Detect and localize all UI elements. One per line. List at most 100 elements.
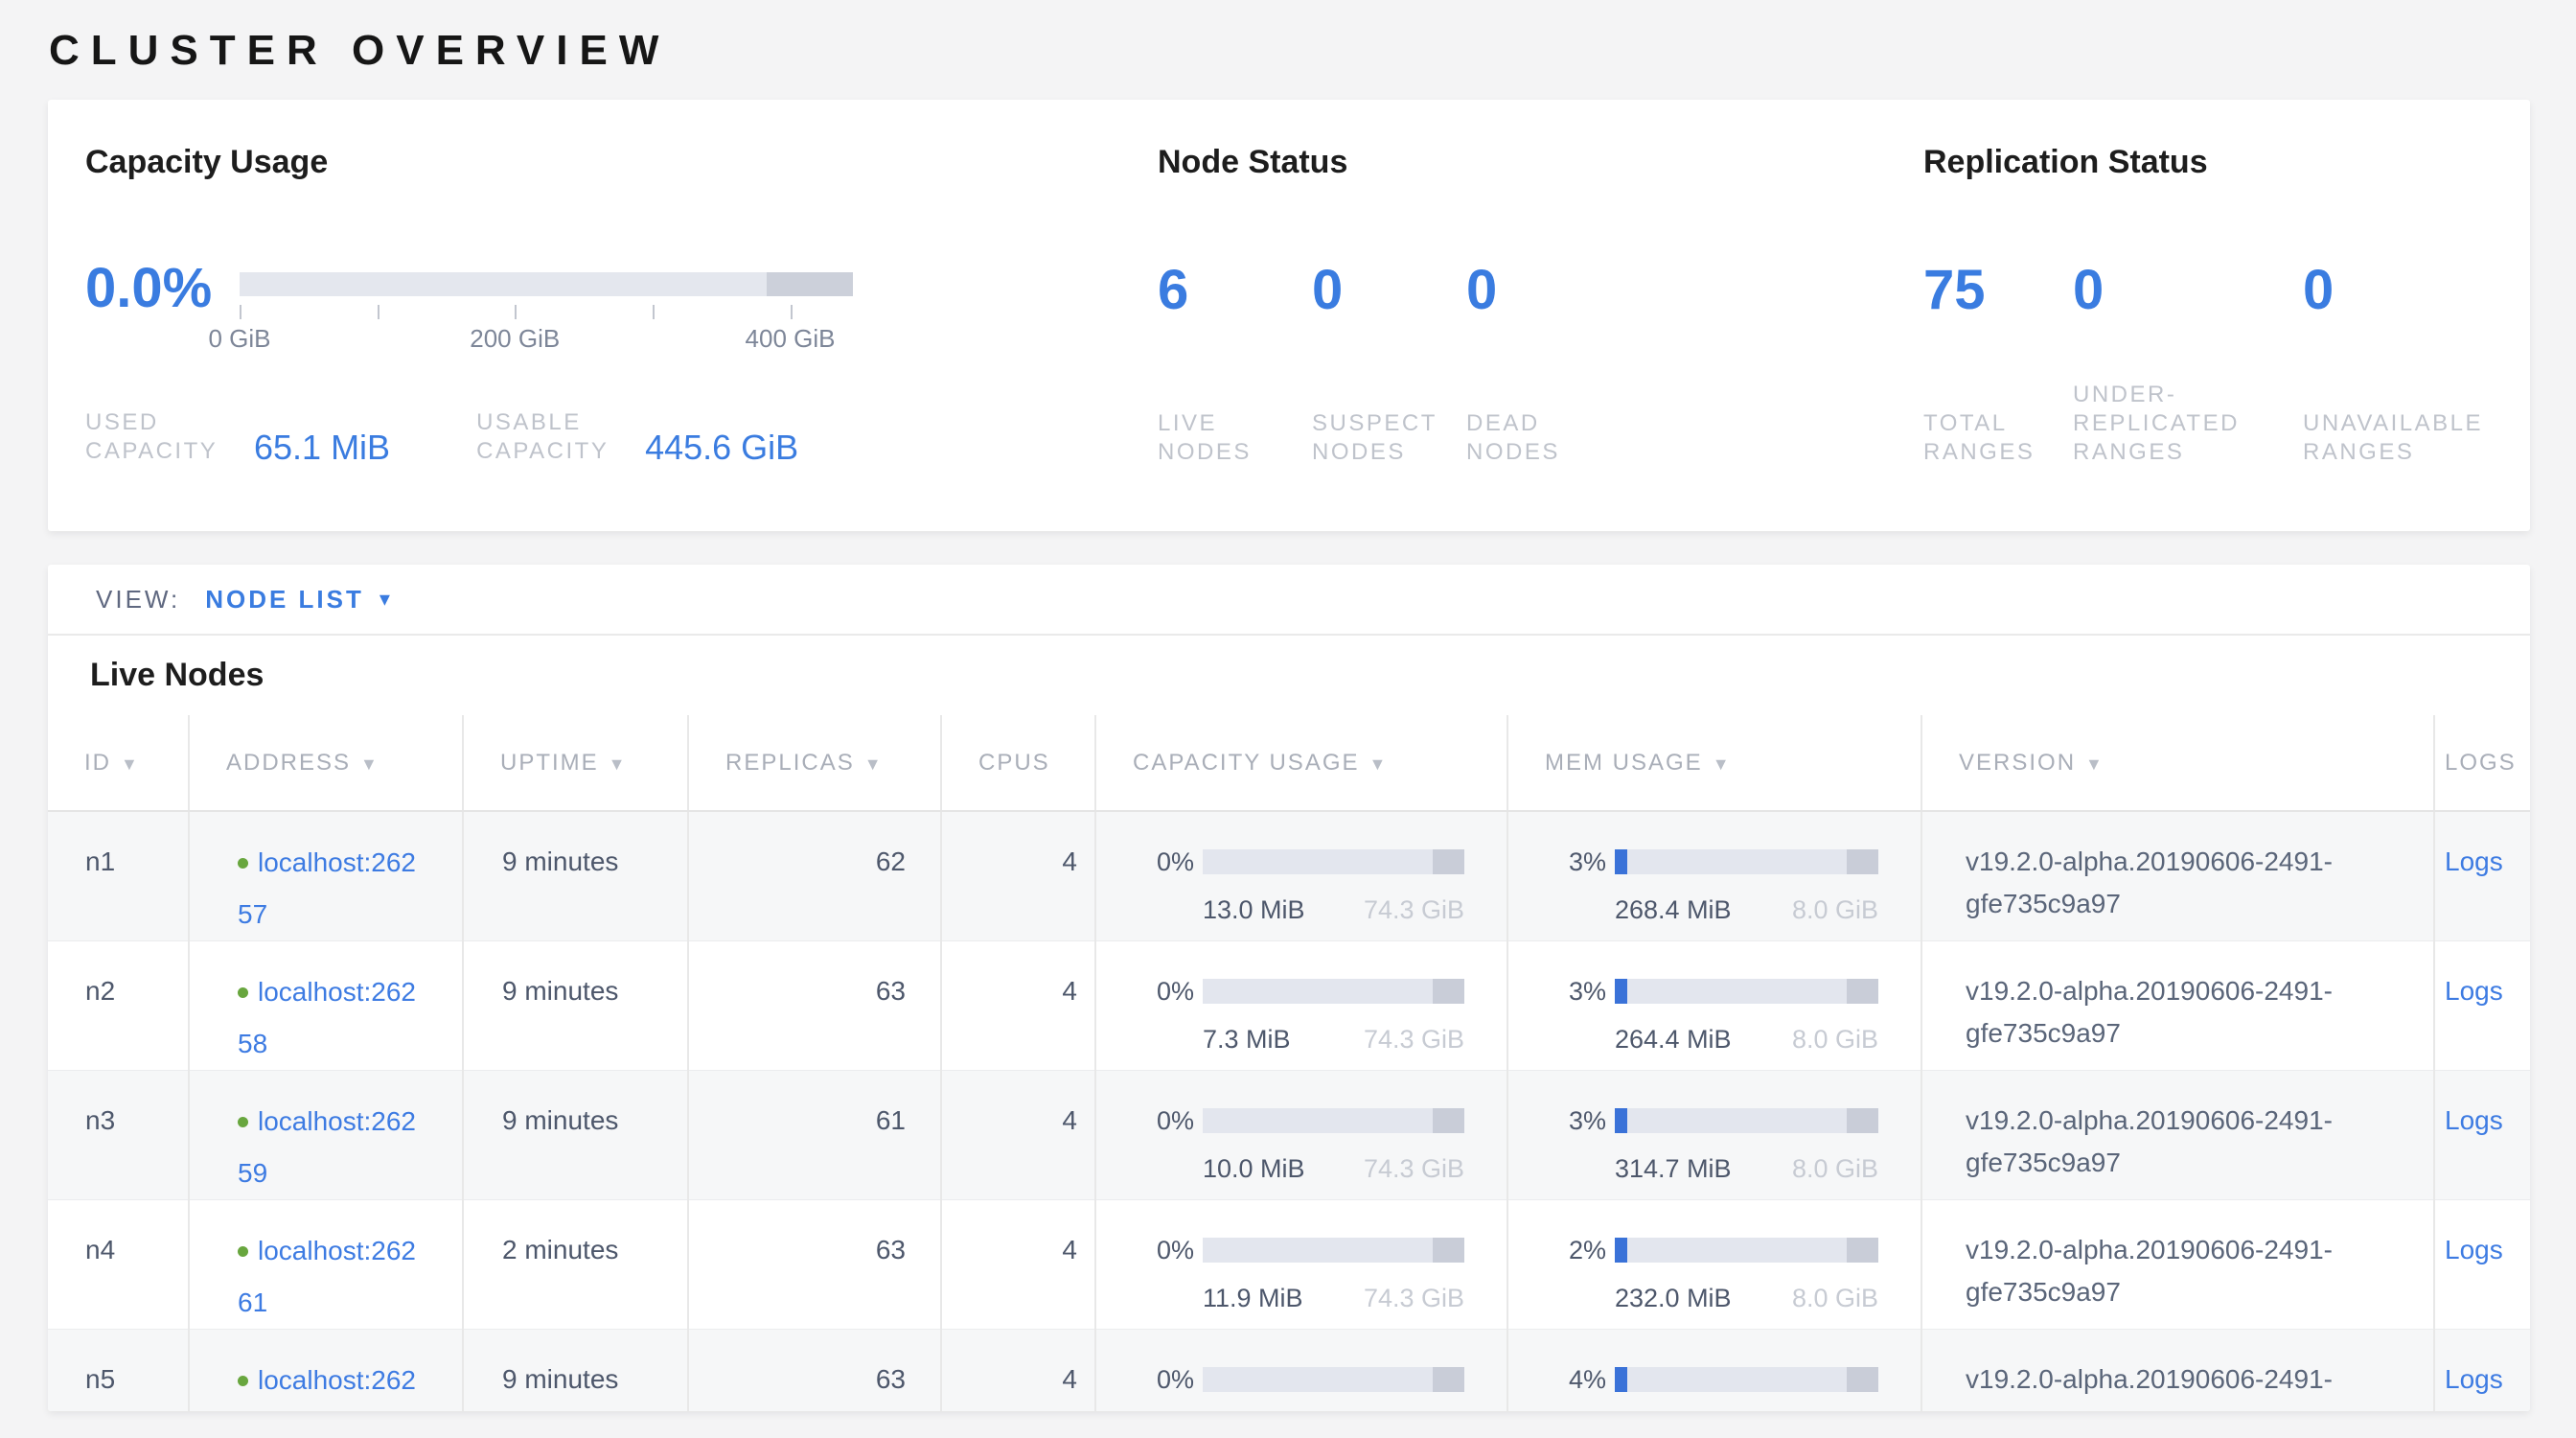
stat-label: DEAD NODES: [1466, 409, 1600, 467]
node-cpus-cell: 4: [941, 811, 1095, 941]
stat-value: 0: [2073, 261, 2303, 320]
capacity-meter-end-segment: [1433, 979, 1464, 1004]
capacity-percent: 0%: [1125, 1360, 1194, 1399]
stat-total-ranges: 75 TOTAL RANGES: [1923, 261, 2073, 467]
capacity-gauge-track: [240, 272, 853, 296]
column-header-id[interactable]: ID▼: [48, 715, 189, 811]
memory-meter-labels: 314.7 MiB 8.0 GiB: [1615, 1149, 1878, 1188]
node-uptime-cell: 9 minutes: [463, 941, 688, 1071]
column-header-address[interactable]: ADDRESS▼: [189, 715, 463, 811]
column-label: ADDRESS: [226, 750, 351, 776]
memory-meter-track: [1615, 1238, 1878, 1263]
node-address-cell: localhost:26261: [189, 1200, 463, 1330]
node-id-cell: n3: [48, 1071, 189, 1200]
stat-dead-nodes: 0 DEAD NODES: [1466, 261, 1621, 467]
node-capacity-usage-cell: 0% 11.9 MiB 74.3 GiB: [1095, 1200, 1507, 1330]
stat-value: 6: [1158, 261, 1312, 320]
capacity-meter-end-segment: [1433, 1238, 1464, 1263]
sort-caret-icon: ▼: [864, 754, 884, 774]
capacity-meter-labels: 12.4 MiB 74.3 GiB: [1203, 1408, 1464, 1411]
used-capacity-label: USED CAPACITY: [85, 408, 239, 466]
logs-link[interactable]: Logs: [2445, 1235, 2503, 1264]
axis-tick: [653, 305, 655, 319]
node-mem-usage-cell: 2% 232.0 MiB 8.0 GiB: [1507, 1200, 1921, 1330]
capacity-meter-track: [1203, 979, 1464, 1004]
node-logs-cell: Logs: [2434, 1071, 2530, 1200]
stat-suspect-nodes: 0 SUSPECT NODES: [1312, 261, 1466, 467]
node-capacity-usage-cell: 0% 12.4 MiB 74.3 GiB: [1095, 1330, 1507, 1412]
used-capacity-value: 65.1 MiB: [254, 429, 390, 466]
table-row: n5 localhost:26262 9 minutes 63 4 0% 12.…: [48, 1330, 2530, 1412]
axis-tick-label: 400 GiB: [746, 324, 836, 354]
node-address-link[interactable]: localhost:26262: [238, 1365, 416, 1411]
memory-percent: 3%: [1537, 972, 1606, 1010]
capacity-meter-labels: 7.3 MiB 74.3 GiB: [1203, 1020, 1464, 1058]
node-cpus-cell: 4: [941, 1200, 1095, 1330]
memory-total-value: 8.0 GiB: [1792, 1149, 1878, 1188]
logs-link[interactable]: Logs: [2445, 1364, 2503, 1394]
node-replicas-cell: 63: [688, 1330, 941, 1412]
memory-meter: 3%: [1537, 1102, 1878, 1140]
view-selected-value: NODE LIST: [205, 585, 364, 615]
table-row: n3 localhost:26259 9 minutes 61 4 0% 10.…: [48, 1071, 2530, 1200]
used-capacity-stat: USED CAPACITY 65.1 MiB: [85, 408, 390, 466]
memory-meter-labels: 268.4 MiB 8.0 GiB: [1615, 891, 1878, 929]
usable-capacity-value: 445.6 GiB: [645, 429, 798, 466]
column-header-version[interactable]: VERSION▼: [1921, 715, 2434, 811]
capacity-percent: 0%: [1125, 1102, 1194, 1140]
node-address-link[interactable]: localhost:26259: [238, 1106, 416, 1188]
memory-meter-labels: 232.0 MiB 8.0 GiB: [1615, 1279, 1878, 1317]
column-header-replicas[interactable]: REPLICAS ▼: [688, 715, 941, 811]
replication-status-stats: 75 TOTAL RANGES 0 UNDER-REPLICATED RANGE…: [1923, 261, 2552, 467]
memory-meter-labels: 264.4 MiB 8.0 GiB: [1615, 1020, 1878, 1058]
node-version-cell: v19.2.0-alpha.20190606-2491-gfe735c9a97: [1921, 1200, 2434, 1330]
capacity-meter-labels: 13.0 MiB 74.3 GiB: [1203, 891, 1464, 929]
node-address-link[interactable]: localhost:26258: [238, 977, 416, 1058]
memory-total-value: 8.0 GiB: [1792, 891, 1878, 929]
live-nodes-table: ID▼ADDRESS▼UPTIME▼REPLICAS▼CPUSCAPACITY …: [48, 715, 2530, 1411]
node-id-cell: n4: [48, 1200, 189, 1330]
column-label: CAPACITY USAGE: [1133, 750, 1360, 776]
node-address-link[interactable]: localhost:26257: [238, 847, 416, 929]
node-replicas-cell: 61: [688, 1071, 941, 1200]
table-row: n4 localhost:26261 2 minutes 63 4 0% 11.…: [48, 1200, 2530, 1330]
column-header-capacity[interactable]: CAPACITY USAGE▼: [1095, 715, 1507, 811]
node-cpus-cell: 4: [941, 941, 1095, 1071]
view-dropdown[interactable]: NODE LIST ▾: [205, 585, 390, 615]
node-address-cell: localhost:26257: [189, 811, 463, 941]
logs-link[interactable]: Logs: [2445, 976, 2503, 1006]
logs-link[interactable]: Logs: [2445, 1105, 2503, 1135]
column-header-cpus: CPUS: [941, 715, 1095, 811]
node-replicas-cell: 63: [688, 1200, 941, 1330]
column-header-mem[interactable]: MEM USAGE▼: [1507, 715, 1921, 811]
live-status-dot-icon: [238, 858, 248, 869]
memory-used-value: 314.7 MiB: [1615, 1149, 1732, 1188]
memory-meter-end-segment: [1847, 1108, 1878, 1133]
node-logs-cell: Logs: [2434, 811, 2530, 941]
column-label: REPLICAS: [725, 750, 855, 776]
replication-status-section: Replication Status 75 TOTAL RANGES 0 UND…: [1923, 100, 2537, 531]
node-id-cell: n5: [48, 1330, 189, 1412]
capacity-meter-track: [1203, 1108, 1464, 1133]
column-label: MEM USAGE: [1545, 750, 1703, 776]
capacity-total-value: 74.3 GiB: [1364, 1279, 1464, 1317]
node-capacity-usage-cell: 0% 13.0 MiB 74.3 GiB: [1095, 811, 1507, 941]
memory-meter-fill: [1615, 979, 1627, 1004]
column-label: LOGS: [2445, 750, 2517, 776]
logs-link[interactable]: Logs: [2445, 847, 2503, 876]
view-label: VIEW:: [96, 585, 180, 615]
node-mem-usage-cell: 3% 314.7 MiB 8.0 GiB: [1507, 1071, 1921, 1200]
memory-meter-end-segment: [1847, 849, 1878, 874]
capacity-percent: 0%: [1125, 1231, 1194, 1269]
node-version-cell: v19.2.0-alpha.20190606-2491-gfe735c9a97: [1921, 1071, 2434, 1200]
node-uptime-cell: 9 minutes: [463, 1330, 688, 1412]
node-status-stats: 6 LIVE NODES 0 SUSPECT NODES 0 DEAD NODE…: [1158, 261, 1621, 467]
stat-label: UNDER-REPLICATED RANGES: [2073, 381, 2255, 467]
column-header-uptime[interactable]: UPTIME▼: [463, 715, 688, 811]
node-mem-usage-cell: 4% 329.6 MiB 8.0 GiB: [1507, 1330, 1921, 1412]
node-address-link[interactable]: localhost:26261: [238, 1236, 416, 1317]
capacity-used-value: 7.3 MiB: [1203, 1020, 1291, 1058]
live-status-dot-icon: [238, 1117, 248, 1127]
memory-meter: 3%: [1537, 843, 1878, 881]
memory-meter-end-segment: [1847, 979, 1878, 1004]
